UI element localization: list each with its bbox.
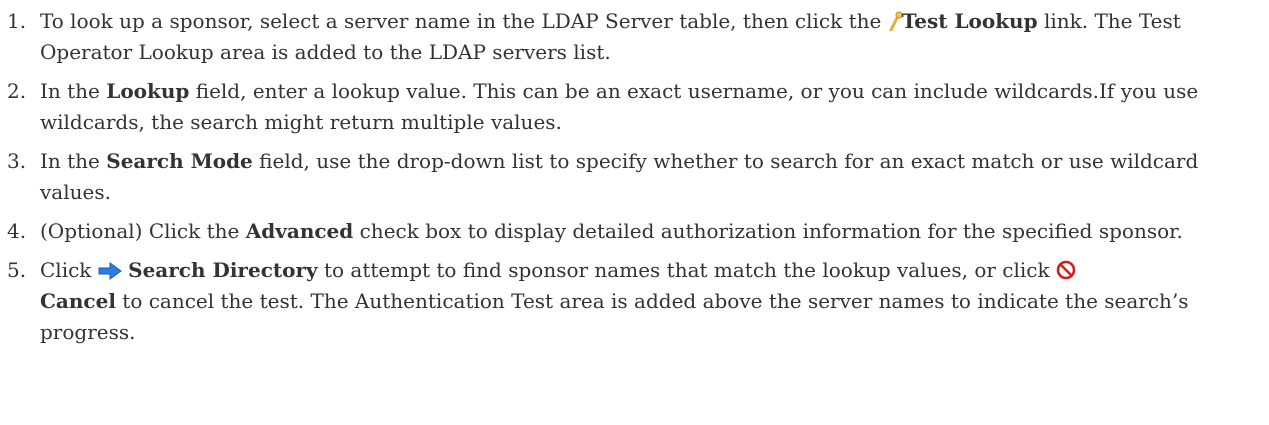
step-text: In the (40, 149, 107, 173)
key-icon (888, 11, 902, 31)
step-1: 1. To look up a sponsor, select a server… (0, 6, 1269, 68)
step-number: 4. (7, 219, 27, 243)
step-text: to attempt to find sponsor names that ma… (317, 258, 1056, 282)
arrow-right-icon (98, 262, 122, 280)
search-mode-field-label: Search Mode (106, 149, 253, 173)
step-number: 5. (7, 258, 27, 282)
step-3: 3. In the Search Mode field, use the dro… (0, 146, 1269, 208)
test-lookup-link-label: Test Lookup (901, 9, 1038, 33)
advanced-checkbox-label: Advanced (245, 219, 354, 243)
search-directory-label: Search Directory (128, 258, 318, 282)
step-number: 1. (7, 9, 27, 33)
cancel-label: Cancel (40, 289, 116, 313)
step-2: 2. In the Lookup field, enter a lookup v… (0, 76, 1269, 138)
cancel-icon (1056, 260, 1076, 280)
instruction-steps: 1. To look up a sponsor, select a server… (0, 6, 1269, 348)
lookup-field-label: Lookup (106, 79, 190, 103)
step-text: Click (40, 258, 98, 282)
step-number: 2. (7, 79, 27, 103)
step-text: In the (40, 79, 107, 103)
step-text: check box to display detailed authorizat… (353, 219, 1183, 243)
step-text: To look up a sponsor, select a server na… (40, 9, 888, 33)
step-text: (Optional) Click the (40, 219, 246, 243)
step-4: 4. (Optional) Click the Advanced check b… (0, 216, 1269, 247)
step-text: field, enter a lookup value. This can be… (40, 79, 1199, 134)
step-number: 3. (7, 149, 27, 173)
step-5: 5. Click Search Directory to attempt to … (0, 255, 1269, 348)
step-text: to cancel the test. The Authentication T… (40, 289, 1189, 344)
